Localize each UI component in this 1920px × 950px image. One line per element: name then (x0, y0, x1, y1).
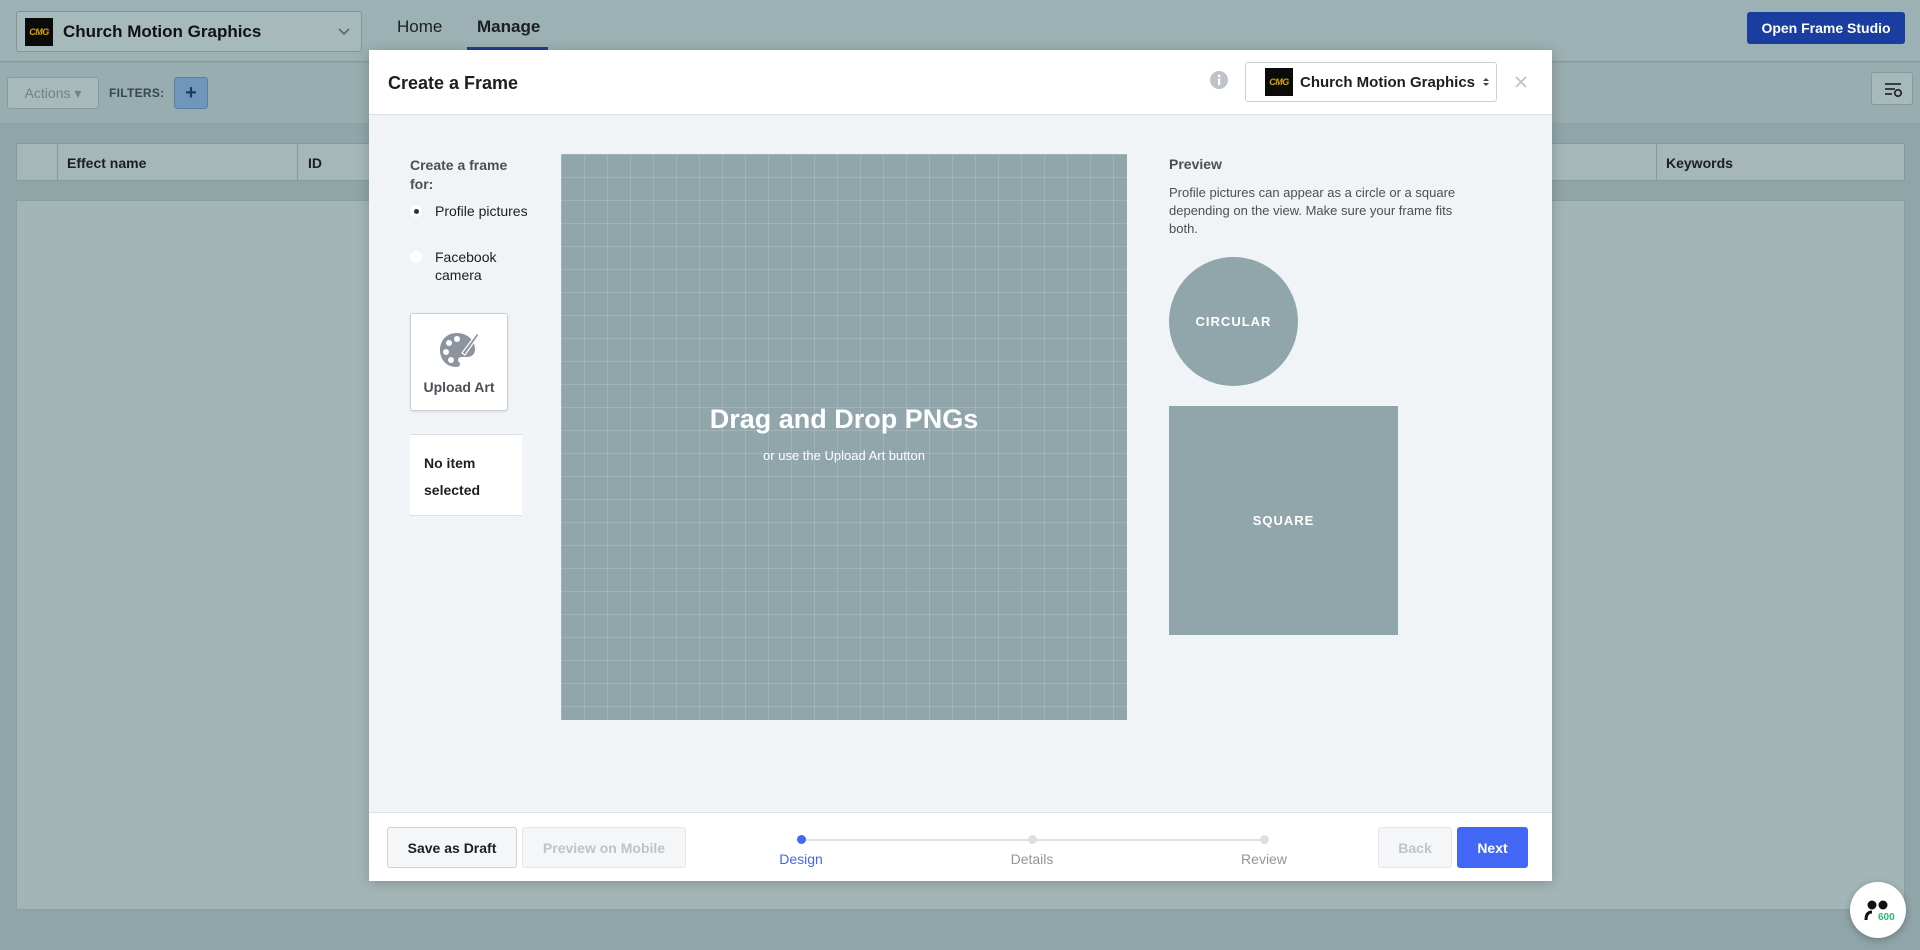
step-dot-details (1028, 835, 1037, 844)
preview-title: Preview (1169, 156, 1222, 172)
column-divider (297, 144, 298, 180)
upload-art-button[interactable]: Upload Art (410, 313, 508, 411)
modal-title: Create a Frame (388, 73, 519, 93)
actions-dropdown[interactable]: Actions ▾ (7, 77, 99, 109)
page-logo: CMG (25, 17, 53, 46)
dropzone-subtitle: or use the Upload Art button (763, 448, 925, 463)
close-icon[interactable] (1511, 72, 1531, 92)
nav-tab-home[interactable]: Home (397, 17, 442, 37)
preview-square: SQUARE (1169, 406, 1398, 635)
preview-square-label: SQUARE (1252, 513, 1315, 528)
account-selector[interactable]: CMG Church Motion Graphics (1245, 62, 1497, 102)
preview-on-mobile-button[interactable]: Preview on Mobile (522, 827, 686, 868)
modal-footer: Save as Draft Preview on Mobile Design D… (369, 812, 1552, 881)
column-header-effect-name[interactable]: Effect name (67, 155, 146, 171)
radio-profile-pictures[interactable]: Profile pictures (410, 202, 530, 220)
step-dot-design (797, 835, 806, 844)
account-name: Church Motion Graphics (1300, 73, 1476, 91)
radio-label-facebook-camera: Facebook camera (435, 249, 497, 283)
back-button[interactable]: Back (1378, 827, 1452, 868)
page-selector[interactable]: CMG Church Motion Graphics (16, 11, 362, 52)
step-label-details: Details (1010, 851, 1054, 867)
column-header-keywords[interactable]: Keywords (1666, 155, 1733, 171)
upload-art-label: Upload Art (423, 379, 495, 395)
filters-label: FILTERS: (109, 86, 165, 100)
page-name: Church Motion Graphics (63, 21, 262, 41)
palette-icon (440, 332, 480, 367)
info-icon[interactable] (1209, 70, 1229, 90)
open-frame-studio-button[interactable]: Open Frame Studio (1747, 12, 1905, 44)
selection-status: No item selected (410, 434, 522, 516)
preview-circular-label: CIRCULAR (1195, 314, 1272, 329)
modal-header: Create a Frame CMG Church Motion Graphic… (369, 50, 1552, 115)
help-bubble[interactable]: 600 (1850, 882, 1906, 938)
radio-unchecked-icon[interactable] (410, 251, 422, 263)
account-logo: CMG (1265, 68, 1293, 96)
dropzone-title: Drag and Drop PNGs (709, 404, 979, 434)
frame-for-label: Create a frame for: (410, 157, 508, 192)
column-divider (57, 144, 58, 180)
radio-label-profile-pictures: Profile pictures (435, 203, 528, 219)
step-label-design: Design (779, 851, 823, 867)
step-label-review: Review (1241, 851, 1287, 867)
column-settings-button[interactable] (1871, 72, 1913, 105)
next-button[interactable]: Next (1457, 827, 1528, 868)
preview-description: Profile pictures can appear as a circle … (1169, 185, 1456, 236)
sort-arrows-icon (1483, 78, 1490, 86)
column-header-id[interactable]: ID (308, 155, 322, 171)
assistant-icon: 600 (1864, 900, 1895, 923)
frame-canvas-dropzone[interactable]: Drag and Drop PNGs or use the Upload Art… (561, 154, 1127, 720)
radio-facebook-camera[interactable]: Facebook camera (410, 248, 530, 284)
nav-tab-manage[interactable]: Manage (477, 17, 540, 37)
svg-text:600: 600 (1878, 912, 1895, 923)
chevron-down-icon (338, 28, 350, 36)
column-divider (1656, 144, 1657, 180)
filter-settings-icon (1885, 83, 1902, 97)
create-frame-modal: Create a Frame CMG Church Motion Graphic… (369, 50, 1552, 881)
radio-checked-icon[interactable] (410, 205, 422, 217)
save-as-draft-button[interactable]: Save as Draft (387, 827, 517, 868)
preview-circular: CIRCULAR (1169, 257, 1298, 386)
step-dot-review (1260, 835, 1269, 844)
add-filter-button[interactable]: + (174, 77, 208, 109)
